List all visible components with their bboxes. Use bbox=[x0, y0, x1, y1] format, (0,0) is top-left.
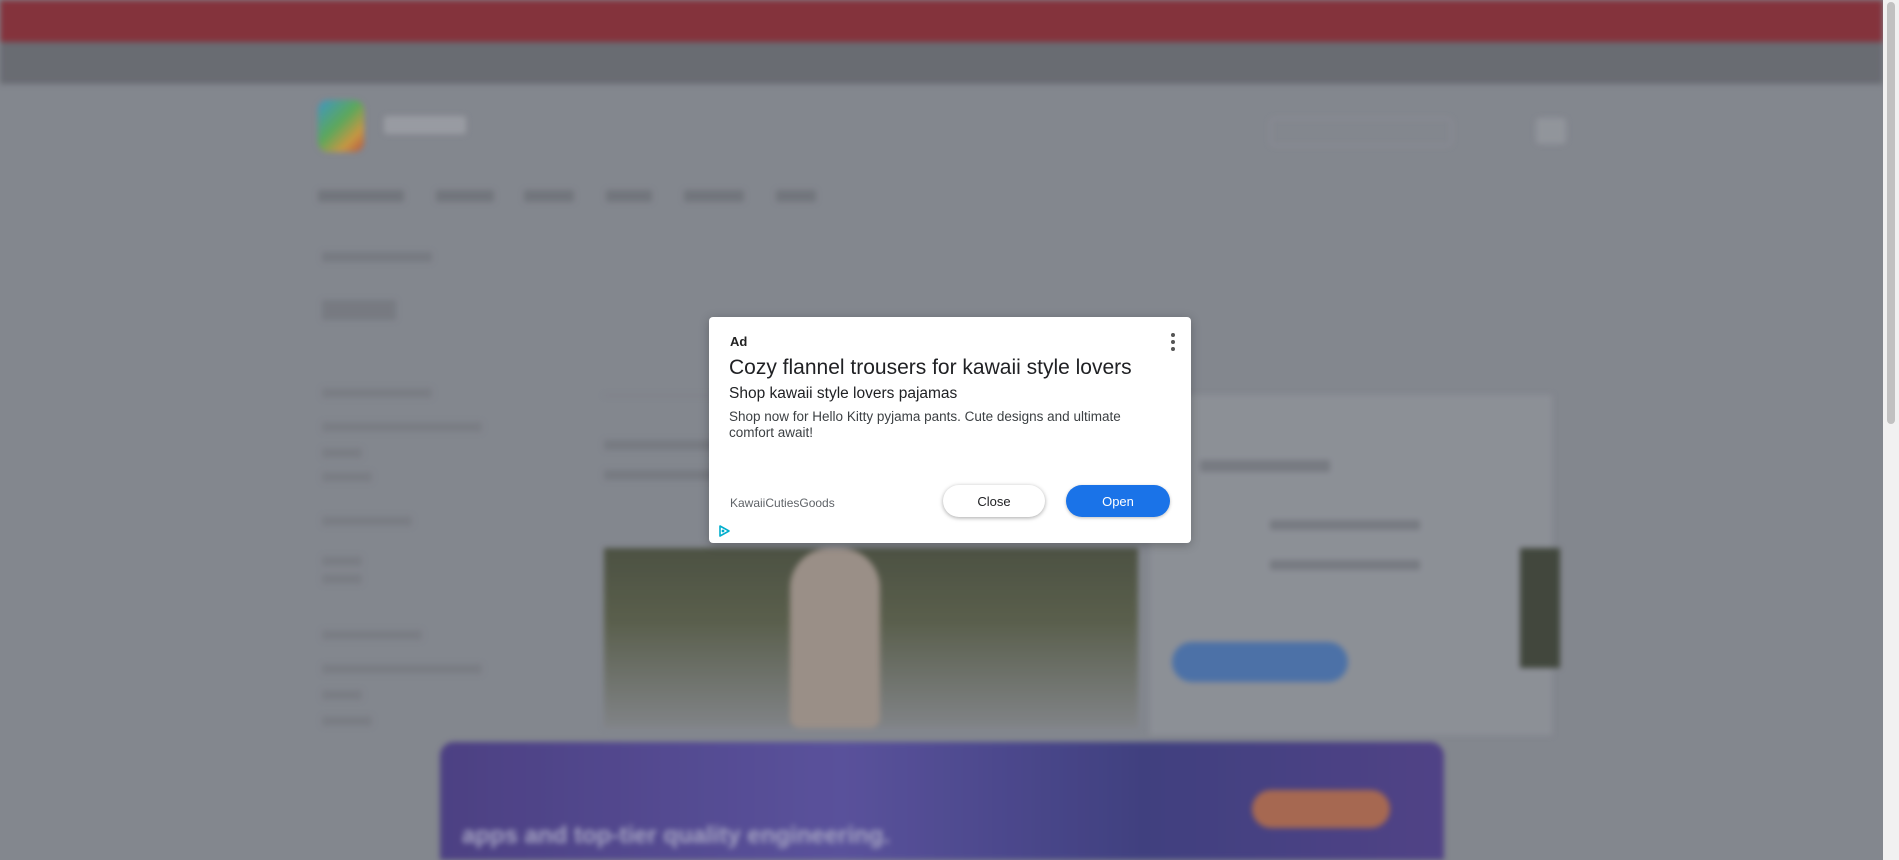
ad-dialog: Ad Cozy flannel trousers for kawaii styl… bbox=[709, 317, 1191, 543]
scrollbar-thumb[interactable] bbox=[1887, 2, 1895, 424]
ad-description: Shop now for Hello Kitty pyjama pants. C… bbox=[729, 409, 1121, 440]
ad-subtitle: Shop kawaii style lovers pajamas bbox=[729, 385, 958, 402]
adchoices-icon[interactable] bbox=[717, 524, 731, 538]
close-button[interactable]: Close bbox=[943, 485, 1045, 517]
ad-advertiser: KawaiiCutiesGoods bbox=[730, 496, 835, 510]
ad-label: Ad bbox=[730, 334, 748, 349]
ad-title[interactable]: Cozy flannel trousers for kawaii style l… bbox=[729, 356, 1132, 380]
open-button[interactable]: Open bbox=[1066, 485, 1170, 517]
more-vert-icon[interactable] bbox=[1164, 331, 1182, 353]
